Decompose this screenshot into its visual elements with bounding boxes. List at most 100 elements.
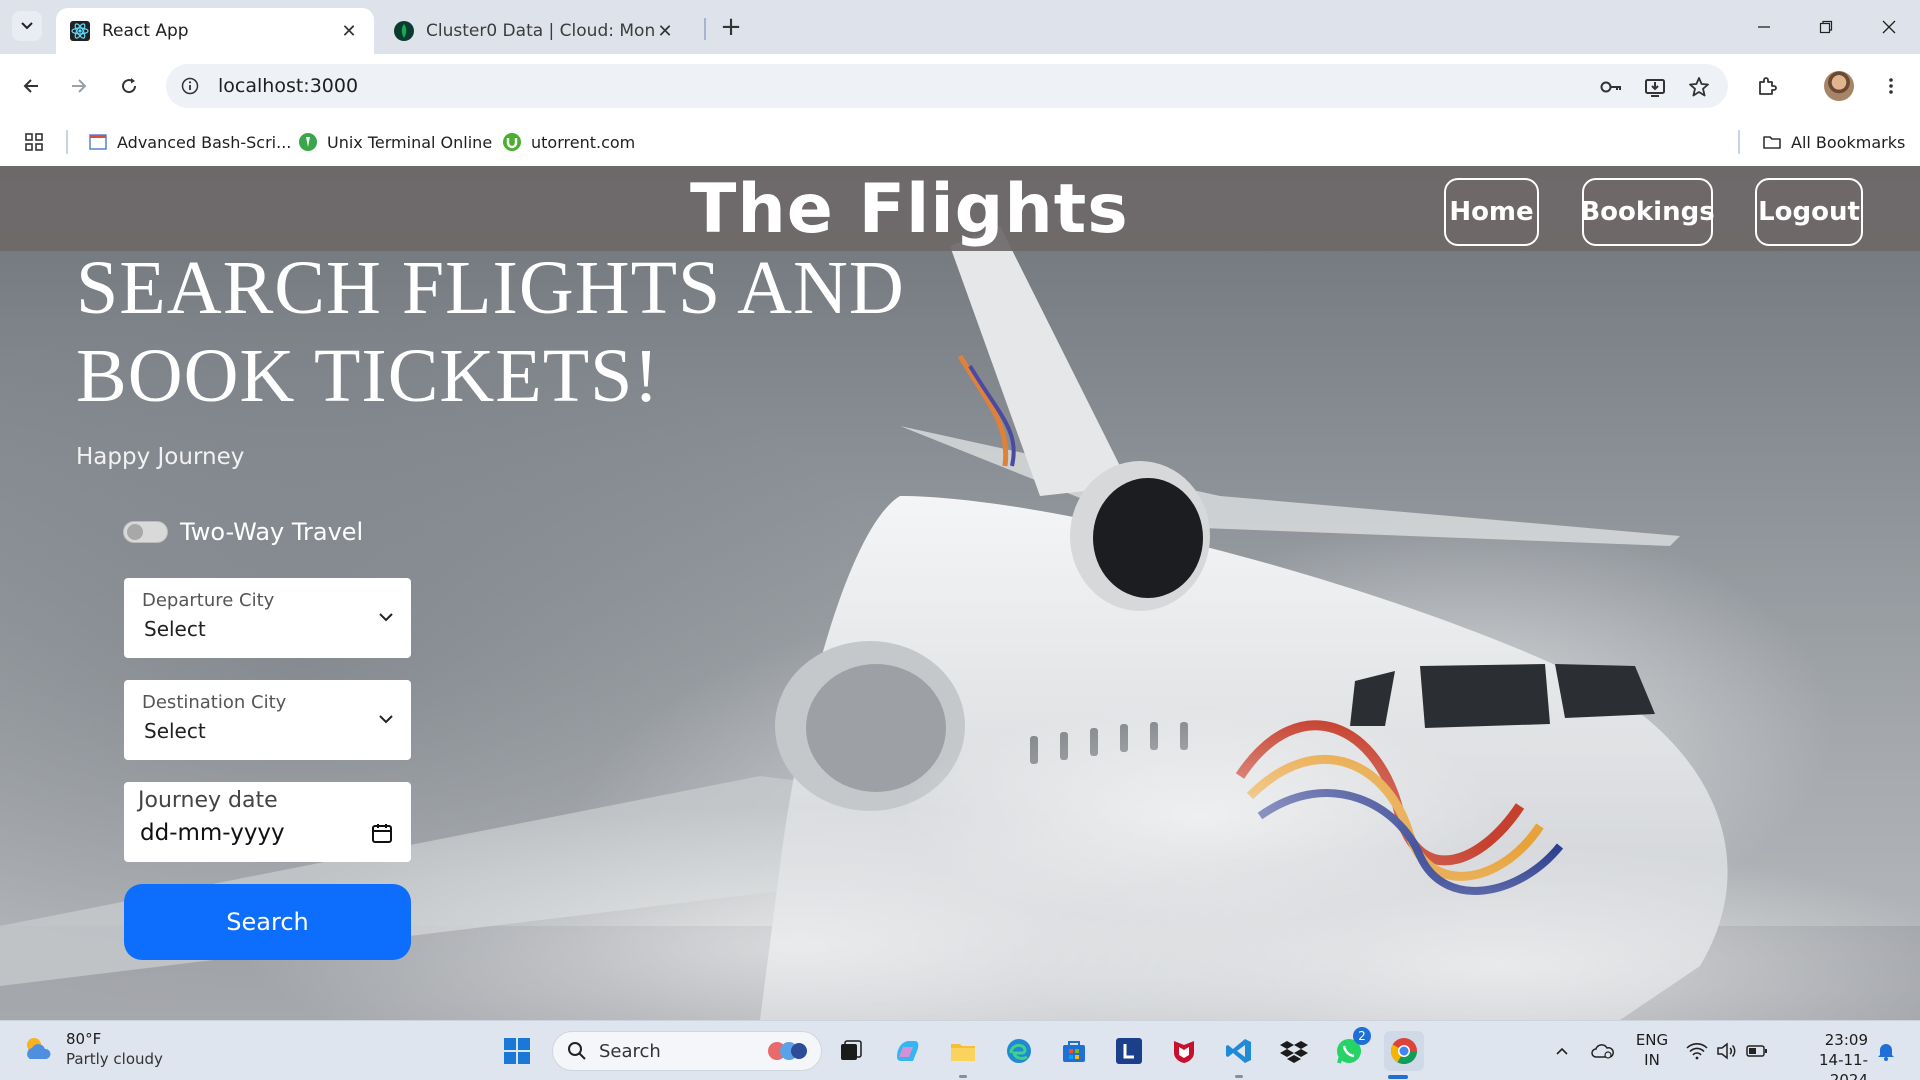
- bookmark-label: Advanced Bash-Scri...: [117, 132, 292, 152]
- bell-icon: [1878, 1044, 1894, 1061]
- taskbar-search-box[interactable]: Search: [552, 1031, 822, 1071]
- bookmarks-separator: [66, 130, 68, 154]
- minimize-button[interactable]: [1744, 10, 1784, 44]
- task-view-button[interactable]: [831, 1031, 871, 1071]
- battery-icon: [1746, 1045, 1767, 1057]
- bookmark-star-icon[interactable]: [1684, 72, 1714, 102]
- reload-button[interactable]: [112, 69, 146, 103]
- weather-widget[interactable]: 80°F Partly cloudy: [22, 1029, 163, 1069]
- onedrive-tray-button[interactable]: [1588, 1031, 1618, 1071]
- app-header: The Flights Home Bookings Logout: [0, 166, 1920, 251]
- language-code: ENG: [1635, 1031, 1669, 1049]
- journey-date-label: Journey date: [138, 788, 278, 813]
- tab-react-app[interactable]: React App ✕: [56, 8, 374, 54]
- volume-tray-button[interactable]: [1714, 1031, 1740, 1071]
- destination-city-value: Select: [144, 719, 206, 743]
- tab-title: Cluster0 Data | Cloud: MongoDB: [426, 21, 654, 41]
- arrow-left-icon: [23, 79, 38, 93]
- browser-menu-button[interactable]: [1874, 69, 1908, 103]
- bookmark-unix-terminal[interactable]: Unix Terminal Online: [298, 130, 492, 154]
- destination-city-select[interactable]: Destination City Select: [124, 680, 411, 760]
- tab-separator: [704, 18, 706, 40]
- battery-tray-button[interactable]: [1744, 1031, 1770, 1071]
- l-app-button[interactable]: [1109, 1031, 1149, 1071]
- new-tab-button[interactable]: +: [716, 12, 746, 42]
- bookmark-label: utorrent.com: [531, 132, 636, 152]
- copilot-button[interactable]: [887, 1031, 927, 1071]
- taskbar-clock[interactable]: 23:09 14-11-2024: [1784, 1030, 1868, 1080]
- address-bar[interactable]: localhost:3000: [166, 64, 1728, 108]
- dropbox-button[interactable]: [1274, 1031, 1314, 1071]
- two-way-toggle-label: Two-Way Travel: [180, 518, 364, 546]
- restore-button[interactable]: [1806, 10, 1846, 44]
- whatsapp-badge: 2: [1353, 1027, 1371, 1045]
- app-brand-title: The Flights: [690, 170, 1129, 249]
- search-icon: [568, 1042, 586, 1060]
- arrow-right-icon: [72, 79, 87, 93]
- site-info-icon[interactable]: [176, 72, 204, 100]
- tab-search-button[interactable]: [12, 11, 42, 41]
- chevron-down-icon: [21, 22, 33, 30]
- chevron-down-icon: [379, 715, 393, 724]
- bookmark-utorrent[interactable]: utorrent.com: [502, 130, 635, 154]
- clock-date: 14-11-2024: [1819, 1051, 1868, 1080]
- vscode-button[interactable]: [1219, 1031, 1259, 1071]
- windows-taskbar: 80°F Partly cloudy Search 2 ENG IN 23:09…: [0, 1020, 1920, 1080]
- dropbox-icon: [1280, 1041, 1308, 1063]
- profile-avatar[interactable]: [1824, 71, 1854, 101]
- windows-logo-icon: [504, 1038, 530, 1064]
- nav-logout-button[interactable]: Logout: [1755, 178, 1863, 246]
- destination-city-label: Destination City: [142, 692, 287, 713]
- file-explorer-button[interactable]: [943, 1031, 983, 1071]
- nav-bookings-button[interactable]: Bookings: [1580, 178, 1715, 246]
- whatsapp-button[interactable]: 2: [1329, 1027, 1371, 1071]
- close-tab-icon[interactable]: ✕: [654, 20, 676, 42]
- wifi-tray-button[interactable]: [1684, 1031, 1710, 1071]
- start-button[interactable]: [497, 1031, 537, 1071]
- chevron-down-icon: [379, 613, 393, 622]
- task-view-icon: [841, 1040, 862, 1060]
- clock-time: 23:09: [1824, 1031, 1868, 1049]
- all-bookmarks-label: All Bookmarks: [1791, 132, 1906, 152]
- region-code: IN: [1644, 1051, 1660, 1069]
- vscode-icon: [1226, 1039, 1251, 1063]
- journey-date-placeholder: dd-mm-yyyy: [140, 820, 285, 846]
- folder-icon: [1763, 136, 1781, 149]
- extensions-button[interactable]: [1750, 69, 1784, 103]
- mongodb-leaf-icon: [394, 21, 414, 41]
- password-key-icon[interactable]: [1596, 72, 1626, 102]
- hero-tagline: Happy Journey: [76, 444, 245, 470]
- bookmarks-separator: [1738, 130, 1740, 154]
- chrome-icon: [1390, 1038, 1418, 1065]
- weather-condition: Partly cloudy: [66, 1050, 163, 1068]
- two-way-toggle-switch[interactable]: [123, 521, 168, 543]
- notifications-button[interactable]: [1872, 1031, 1900, 1071]
- microsoft-store-button[interactable]: [1054, 1031, 1094, 1071]
- install-app-icon[interactable]: [1640, 72, 1670, 102]
- departure-city-select[interactable]: Departure City Select: [124, 578, 411, 658]
- bookmark-advanced-bash[interactable]: Advanced Bash-Scri...: [88, 130, 291, 154]
- back-button[interactable]: [14, 69, 48, 103]
- forward-button[interactable]: [62, 69, 96, 103]
- apps-grid-icon: [25, 133, 43, 151]
- mcafee-button[interactable]: [1164, 1031, 1204, 1071]
- close-tab-icon[interactable]: ✕: [338, 20, 360, 42]
- tab-mongodb[interactable]: Cluster0 Data | Cloud: MongoDB ✕: [380, 8, 690, 54]
- mcafee-shield-icon: [1174, 1041, 1194, 1063]
- show-hidden-icons-button[interactable]: [1550, 1031, 1574, 1071]
- journey-date-input[interactable]: Journey date dd-mm-yyyy: [124, 782, 411, 862]
- calendar-icon[interactable]: [371, 822, 393, 844]
- puzzle-icon: [1759, 77, 1777, 95]
- all-bookmarks-button[interactable]: All Bookmarks: [1762, 130, 1905, 154]
- apps-button[interactable]: [24, 130, 53, 154]
- chevron-up-icon: [1556, 1047, 1568, 1055]
- page-viewport: The Flights Home Bookings Logout SEARCH …: [0, 166, 1920, 1020]
- nav-home-button[interactable]: Home: [1444, 178, 1539, 246]
- hero-heading: SEARCH FLIGHTS AND BOOK TICKETS!: [76, 246, 905, 418]
- search-flights-button[interactable]: Search: [124, 884, 411, 960]
- close-window-button[interactable]: [1869, 10, 1909, 44]
- chrome-button[interactable]: [1384, 1031, 1424, 1071]
- edge-button[interactable]: [999, 1031, 1039, 1071]
- language-indicator[interactable]: ENG IN: [1632, 1030, 1672, 1070]
- edge-browser-icon: [1007, 1039, 1031, 1063]
